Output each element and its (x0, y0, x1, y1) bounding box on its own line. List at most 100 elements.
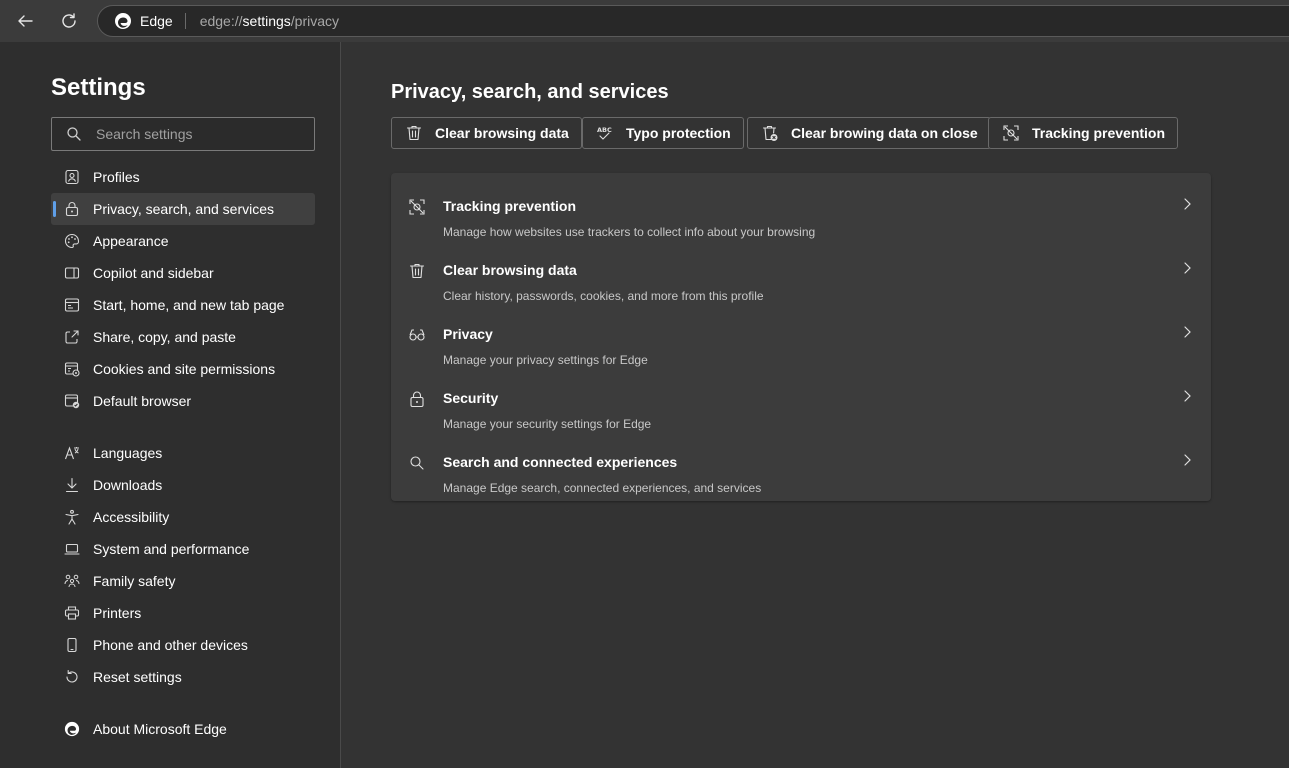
glasses-icon (409, 329, 425, 341)
chevron-right-icon (1184, 326, 1191, 338)
sidebar-item-cookies[interactable]: Cookies and site permissions (51, 353, 315, 385)
trash-close-icon (762, 125, 778, 141)
quick-action-label: Clear browsing data (435, 125, 569, 141)
sidebar-item-default-browser[interactable]: Default browser (51, 385, 315, 417)
sidebar-item-label: Accessibility (93, 509, 170, 525)
tracking-prevention-button[interactable]: Tracking prevention (988, 117, 1179, 149)
back-arrow-icon (18, 15, 33, 27)
share-icon (65, 330, 79, 344)
privacy-settings-card: Tracking prevention Manage how websites … (391, 173, 1211, 501)
row-search-connected[interactable]: Search and connected experiences Manage … (391, 437, 1211, 501)
sidebar-item-label: Phone and other devices (93, 637, 248, 653)
lock-icon (410, 391, 424, 408)
address-separator (184, 13, 186, 29)
default-browser-icon (64, 394, 80, 409)
refresh-button[interactable] (53, 5, 85, 37)
svg-text:ABC: ABC (597, 126, 612, 134)
row-tracking-prevention[interactable]: Tracking prevention Manage how websites … (391, 181, 1211, 245)
printer-icon (64, 606, 80, 620)
clear-browsing-data-button[interactable]: Clear browsing data (391, 117, 582, 149)
sidebar-item-reset[interactable]: Reset settings (51, 661, 315, 693)
sidebar-item-label: Start, home, and new tab page (93, 297, 285, 313)
profile-icon (65, 169, 79, 185)
row-title: Search and connected experiences (443, 454, 678, 470)
sidebar-item-label: Languages (93, 445, 163, 461)
trash-icon (409, 263, 425, 279)
spellcheck-icon: ABC (597, 126, 612, 140)
address-bar[interactable]: Edge edge://settings/privacy (97, 5, 1289, 37)
settings-title: Settings (51, 74, 146, 101)
sidebar-item-accessibility[interactable]: Accessibility (51, 501, 315, 533)
row-title: Clear browsing data (443, 262, 577, 278)
sidebar-item-label: Downloads (93, 477, 163, 493)
sidebar-item-start-home[interactable]: Start, home, and new tab page (51, 289, 315, 321)
quick-action-label: Clear browing data on close (791, 125, 978, 141)
sidebar-item-family[interactable]: Family safety (51, 565, 315, 597)
row-description: Manage your privacy settings for Edge (443, 353, 648, 367)
row-description: Manage how websites use trackers to coll… (443, 225, 816, 239)
trash-icon (406, 125, 422, 141)
settings-sidebar: Settings Profiles Privacy, search, and s… (0, 42, 341, 768)
quick-action-label: Typo protection (626, 125, 731, 141)
cookies-icon (64, 362, 80, 377)
home-tab-icon (64, 298, 80, 312)
url-text: edge://settings/privacy (199, 13, 340, 29)
sidebar-item-label: Reset settings (93, 669, 182, 685)
chevron-right-icon (1184, 390, 1191, 402)
row-description: Clear history, passwords, cookies, and m… (443, 289, 764, 303)
search-settings-input[interactable] (96, 126, 296, 142)
sidebar-item-privacy[interactable]: Privacy, search, and services (51, 193, 315, 225)
sidebar-item-label: Share, copy, and paste (93, 329, 236, 345)
family-icon (64, 574, 80, 588)
sidebar-icon (64, 267, 80, 279)
row-description: Manage Edge search, connected experience… (443, 481, 762, 495)
languages-icon (64, 446, 79, 460)
quick-action-label: Tracking prevention (1032, 125, 1166, 141)
edge-logo-icon (115, 13, 131, 29)
refresh-icon (62, 13, 76, 28)
palette-icon (64, 233, 80, 249)
page-title: Privacy, search, and services (391, 81, 669, 103)
sidebar-item-copilot[interactable]: Copilot and sidebar (51, 257, 315, 289)
search-settings-box[interactable] (51, 117, 315, 151)
tracking-icon (409, 199, 425, 215)
sidebar-item-appearance[interactable]: Appearance (51, 225, 315, 257)
row-description: Manage your security settings for Edge (443, 417, 652, 431)
sidebar-item-downloads[interactable]: Downloads (51, 469, 315, 501)
sidebar-item-label: Cookies and site permissions (93, 361, 276, 377)
row-security[interactable]: Security Manage your security settings f… (391, 373, 1211, 437)
sidebar-item-label: Copilot and sidebar (93, 265, 214, 281)
browser-toolbar: Edge edge://settings/privacy (0, 0, 1289, 42)
chevron-right-icon (1184, 454, 1191, 466)
tracking-icon (1003, 125, 1019, 141)
sidebar-item-about[interactable]: About Microsoft Edge (51, 713, 315, 745)
sidebar-item-label: System and performance (93, 541, 250, 557)
accessibility-icon (65, 509, 79, 525)
row-title: Privacy (443, 326, 493, 342)
row-title: Security (443, 390, 499, 406)
site-name: Edge (140, 13, 173, 29)
row-clear-browsing-data[interactable]: Clear browsing data Clear history, passw… (391, 245, 1211, 309)
sidebar-item-label: Family safety (93, 573, 176, 589)
sidebar-item-languages[interactable]: Languages (51, 437, 315, 469)
download-icon (65, 477, 79, 493)
sidebar-item-share[interactable]: Share, copy, and paste (51, 321, 315, 353)
chevron-right-icon (1184, 262, 1191, 274)
sidebar-item-label: About Microsoft Edge (93, 721, 227, 737)
row-privacy[interactable]: Privacy Manage your privacy settings for… (391, 309, 1211, 373)
sidebar-item-label: Appearance (93, 233, 169, 249)
reset-icon (66, 669, 78, 683)
sidebar-item-label: Profiles (93, 169, 140, 185)
sidebar-item-printers[interactable]: Printers (51, 597, 315, 629)
clear-on-close-button[interactable]: Clear browing data on close (747, 117, 991, 149)
edge-logo-icon (64, 721, 80, 737)
search-icon (410, 456, 424, 470)
typo-protection-button[interactable]: ABC Typo protection (582, 117, 744, 149)
phone-icon (67, 637, 77, 653)
sidebar-item-system[interactable]: System and performance (51, 533, 315, 565)
back-button[interactable] (9, 5, 41, 37)
sidebar-item-label: Default browser (93, 393, 192, 409)
sidebar-item-profiles[interactable]: Profiles (51, 161, 315, 193)
search-icon (67, 127, 81, 141)
sidebar-item-phone[interactable]: Phone and other devices (51, 629, 315, 661)
